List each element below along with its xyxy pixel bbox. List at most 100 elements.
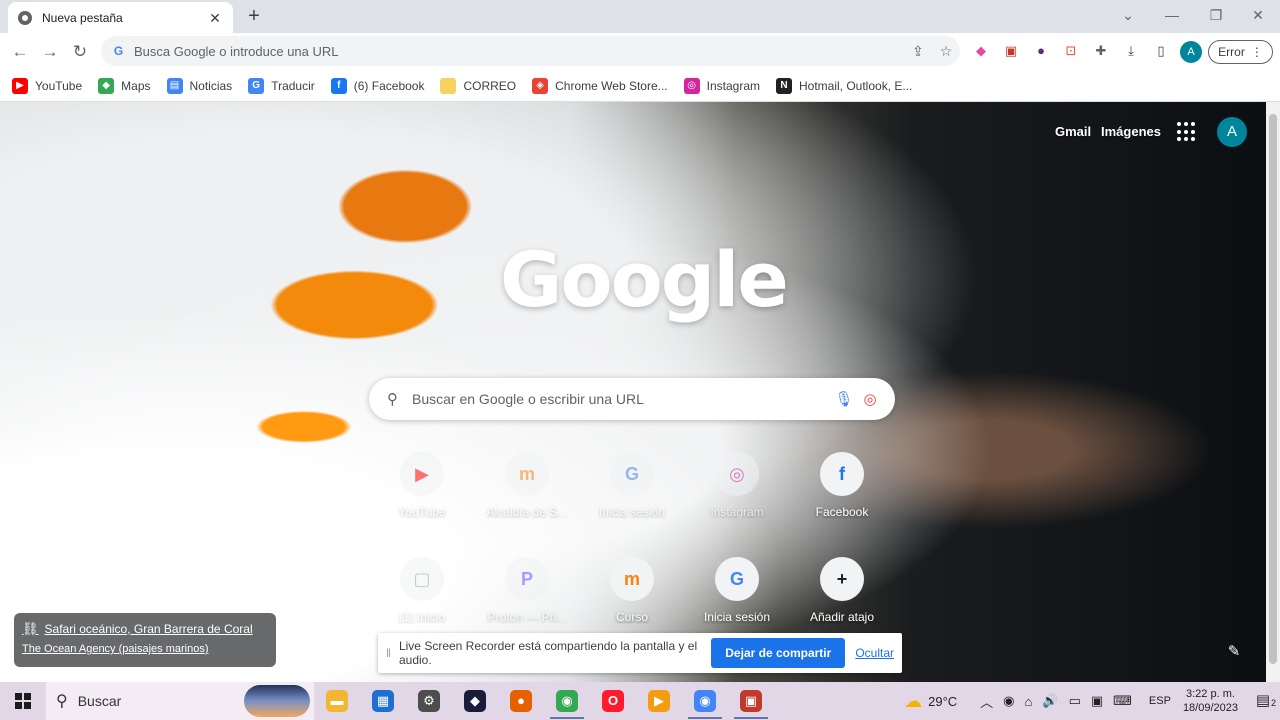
microphone-icon[interactable]: 🎙 [831, 390, 857, 408]
taskbar-app[interactable]: ● [498, 682, 544, 720]
shortcut-label: YouTube [398, 505, 446, 519]
vertical-scrollbar[interactable] [1266, 102, 1280, 682]
error-button[interactable]: Error ⋮ [1208, 40, 1273, 64]
restore-button[interactable]: ❐ [1194, 4, 1238, 26]
weather-temperature[interactable]: 29°C [928, 694, 957, 709]
search-input[interactable]: Buscar en Google o escribir una URL [412, 391, 831, 407]
bookmark-item[interactable]: ▤ Noticias [166, 77, 232, 94]
firefox-icon: ● [510, 690, 532, 712]
shortcut-tile[interactable]: ▶ YouTube [370, 442, 474, 538]
taskbar-app[interactable]: ◉ [544, 682, 590, 720]
bookmarks-bar: ▶ YouTube ◆ Maps ▤ Noticias G Traducir f (6) Face… [0, 70, 1280, 102]
bookmark-item[interactable]: f (6) Facebook [330, 77, 424, 94]
webcam-icon[interactable]: ◉ [1003, 693, 1014, 709]
keyboard-icon[interactable]: ⌨ [1113, 693, 1132, 709]
download-icon[interactable]: ⤓ [1122, 42, 1140, 60]
taskbar-app[interactable]: ▣ [728, 682, 774, 720]
side-panel-icon[interactable]: ▯ [1152, 42, 1170, 60]
bookmark-item[interactable]: ▶ YouTube [12, 77, 82, 94]
profile-avatar[interactable]: A [1180, 41, 1202, 63]
store-icon: ▦ [372, 690, 394, 712]
plus-icon: + [820, 557, 864, 601]
hide-button[interactable]: Ocultar [855, 646, 894, 660]
bookmark-item[interactable]: ◈ Chrome Web Store... [532, 77, 668, 94]
clock[interactable]: 3:22 p. m. 18/09/2023 [1183, 687, 1238, 715]
network-icon[interactable]: ▣ [1091, 693, 1103, 709]
taskbar-app[interactable]: O [590, 682, 636, 720]
lens-icon[interactable]: ◎ [857, 390, 883, 408]
reload-button[interactable]: ↻ [67, 39, 93, 65]
weather-icon[interactable]: ☁ [904, 691, 922, 712]
taskbar-search-label: Buscar [77, 693, 122, 709]
taskbar-app[interactable]: ⚙ [406, 682, 452, 720]
images-link[interactable]: Imágenes [1101, 124, 1161, 139]
google-logo: Google [500, 242, 789, 319]
taskbar-app[interactable]: ▶ [636, 682, 682, 720]
new-tab-button[interactable]: + [243, 5, 265, 27]
shortcut-tile[interactable]: ◎ Instagram [685, 442, 789, 538]
new-tab-page: Gmail Imágenes A Google ⚲ Buscar en Goog… [0, 102, 1266, 682]
extensions-puzzle-icon[interactable]: ✚ [1092, 42, 1110, 60]
google-apps-icon[interactable] [1177, 122, 1197, 142]
bookmark-item[interactable]: ◆ Maps [98, 77, 151, 94]
tab-search-chevron-icon[interactable]: ⌄ [1106, 4, 1150, 26]
extension-capture-icon[interactable]: ⊡ [1062, 42, 1080, 60]
bookmark-item[interactable]: N Hotmail, Outlook, E... [776, 77, 912, 94]
taskbar-search[interactable]: ⚲ Buscar [46, 682, 314, 720]
input-language[interactable]: ESP [1149, 695, 1171, 707]
shortcut-label: Inicia sesión [703, 610, 771, 624]
shortcut-label: Instagram [710, 505, 764, 519]
stop-sharing-button[interactable]: Dejar de compartir [711, 638, 846, 668]
customize-pencil-icon[interactable]: ✎ [1225, 642, 1243, 660]
shortcut-tile[interactable]: m Alcaldía de S... [475, 442, 579, 538]
minimize-button[interactable]: — [1150, 4, 1194, 26]
bookmark-item[interactable]: G Traducir [248, 77, 315, 94]
account-avatar[interactable]: A [1217, 117, 1247, 147]
start-button[interactable] [0, 682, 46, 720]
taskbar-app[interactable]: ▬ [314, 682, 360, 720]
notifications-icon[interactable]: ▤ 2 [1252, 690, 1276, 714]
taskbar-app[interactable]: ◉ [682, 682, 728, 720]
shortcut-tile[interactable]: G Inicia sesión [685, 547, 789, 643]
translate-icon: G [248, 77, 265, 94]
shortcut-tile[interactable]: ▢ (1) Inicio [370, 547, 474, 643]
taskbar-app[interactable]: ▦ [360, 682, 406, 720]
close-window-button[interactable]: ✕ [1236, 4, 1280, 26]
ntp-search-box[interactable]: ⚲ Buscar en Google o escribir una URL 🎙 … [369, 378, 895, 420]
back-button[interactable]: ← [7, 39, 33, 65]
battery-icon[interactable]: ▭ [1069, 693, 1081, 709]
bookmark-star-icon[interactable]: ☆ [932, 43, 960, 60]
volume-icon[interactable]: 🔊 [1042, 693, 1058, 709]
attribution-author[interactable]: The Ocean Agency (paisajes marinos) [22, 643, 268, 655]
instagram-icon: ◎ [715, 452, 759, 496]
bookmark-item[interactable]: ◎ Instagram [683, 77, 760, 94]
omnibox-input[interactable]: Busca Google o introduce una URL [134, 44, 904, 59]
gmail-link[interactable]: Gmail [1055, 124, 1091, 139]
tab-new-tab[interactable]: Nueva pestaña ✕ [8, 2, 233, 33]
extension-gem-icon[interactable]: ◆ [972, 42, 990, 60]
show-hidden-icons-chevron-icon[interactable]: ︿ [980, 692, 993, 711]
extension-download-circle-icon[interactable]: ● [1032, 42, 1050, 60]
shortcut-tile[interactable]: m Curso [580, 547, 684, 643]
bookmark-item[interactable]: CORREO [440, 77, 516, 94]
taskbar-apps: ▬ ▦ ⚙ ◆ ● ◉ O ▶ ◉ ▣ [314, 682, 774, 720]
taskbar-app[interactable]: ◆ [452, 682, 498, 720]
shortcut-tile[interactable]: f Facebook [790, 442, 894, 538]
shortcut-tile[interactable]: + Añadir atajo [790, 547, 894, 643]
shortcut-tile[interactable]: P Proton — Pri... [475, 547, 579, 643]
generic-site-icon: ▢ [400, 557, 444, 601]
drag-handle-icon[interactable]: ‖ [386, 646, 391, 660]
background-attribution[interactable]: ⛓ Safari oceánico, Gran Barrera de Coral… [14, 613, 276, 667]
usb-icon[interactable]: ⌂ [1025, 694, 1033, 709]
forward-button[interactable]: → [37, 39, 63, 65]
google-icon: G [715, 557, 759, 601]
omnibox[interactable]: G Busca Google o introduce una URL ⇪ ☆ [101, 36, 960, 66]
shortcut-tile[interactable]: G Inicia sesión [580, 442, 684, 538]
extension-clapper-icon[interactable]: ▣ [1002, 42, 1020, 60]
media-app-icon: ◆ [464, 690, 486, 712]
attribution-title[interactable]: Safari oceánico, Gran Barrera de Coral [45, 622, 253, 636]
close-tab-icon[interactable]: ✕ [207, 10, 223, 26]
shortcut-label: Proton — Pri... [487, 610, 567, 624]
browser-toolbar: ← → ↻ G Busca Google o introduce una URL… [0, 33, 1280, 70]
share-icon[interactable]: ⇪ [904, 43, 932, 60]
